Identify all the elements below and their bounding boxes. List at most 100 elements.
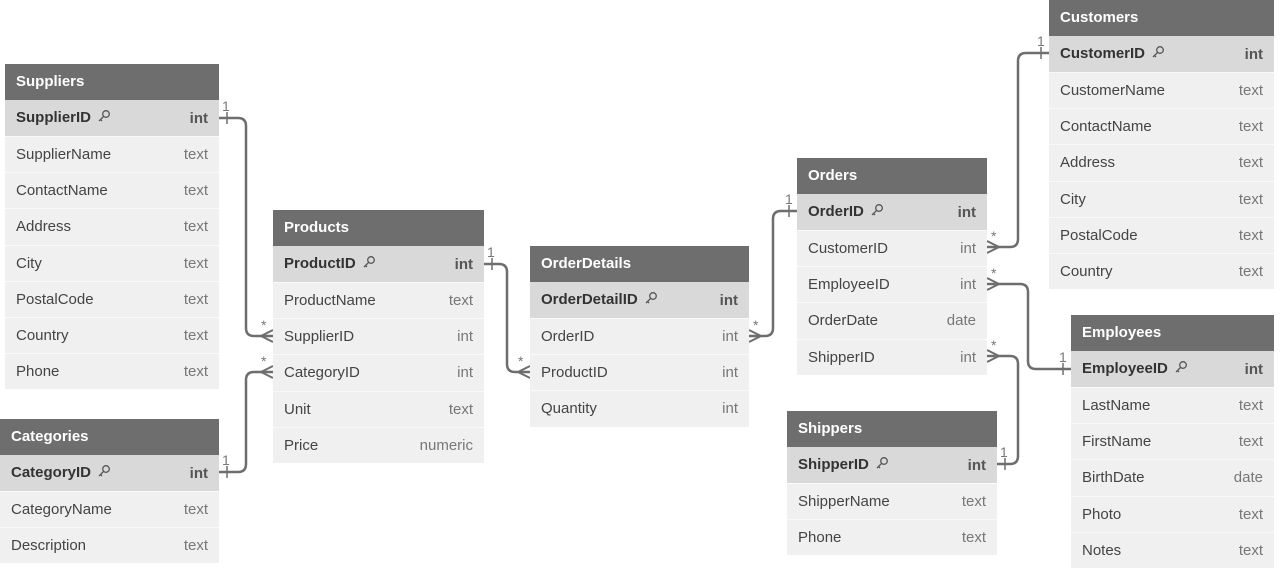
column-row[interactable]: CustomerName text (1049, 72, 1274, 108)
key-icon (1174, 360, 1188, 378)
table-products[interactable]: Products ProductID int ProductName text Suppl… (273, 210, 484, 463)
column-name: Description (11, 537, 87, 555)
column-row[interactable]: PostalCode text (5, 280, 219, 317)
column-row[interactable]: City text (1049, 180, 1274, 217)
column-name: OrderID (808, 203, 884, 221)
column-row[interactable]: CategoryName text (0, 491, 219, 527)
column-name: SupplierName (16, 146, 112, 164)
column-type: int (967, 456, 986, 474)
column-row[interactable]: ShipperID int (787, 447, 997, 483)
table-header[interactable]: Categories (0, 419, 219, 455)
table-header[interactable]: OrderDetails (530, 246, 749, 282)
column-row[interactable]: Unit text (273, 390, 484, 427)
column-type: int (457, 364, 473, 382)
key-icon (362, 255, 376, 273)
table-header[interactable]: Products (273, 210, 484, 246)
column-type: text (448, 400, 473, 418)
column-name: Photo (1082, 505, 1122, 523)
column-row[interactable]: Country text (1049, 252, 1274, 289)
column-type: text (1238, 226, 1263, 244)
column-type: text (183, 537, 208, 555)
table-categories[interactable]: Categories CategoryID int CategoryName text D… (0, 419, 219, 564)
column-type: text (183, 182, 208, 200)
column-name: Address (1060, 154, 1116, 172)
column-name: CategoryID (284, 364, 360, 382)
column-type: int (719, 291, 738, 309)
column-row[interactable]: EmployeeID int (1071, 351, 1274, 387)
table-header[interactable]: Shippers (787, 411, 997, 447)
column-row[interactable]: ProductID int (530, 354, 749, 390)
column-name: BirthDate (1082, 469, 1145, 487)
cardinality-many: * (991, 228, 997, 244)
table-orderdetails[interactable]: OrderDetails OrderDetailID int OrderID int Pr… (530, 246, 749, 427)
column-type: int (722, 400, 738, 418)
column-row[interactable]: ShipperID int (797, 338, 987, 375)
column-row[interactable]: ProductName text (273, 282, 484, 318)
column-row[interactable]: OrderDetailID int (530, 282, 749, 318)
column-row[interactable]: LastName text (1071, 387, 1274, 423)
column-row[interactable]: ContactName text (5, 172, 219, 208)
column-row[interactable]: OrderID int (797, 194, 987, 230)
column-type: text (1238, 118, 1263, 136)
cardinality-one: 1 (785, 191, 793, 207)
column-name: Country (16, 327, 69, 345)
column-row[interactable]: Address text (5, 208, 219, 244)
column-row[interactable]: SupplierID int (273, 318, 484, 354)
table-header[interactable]: Employees (1071, 315, 1274, 351)
column-row[interactable]: Phone text (787, 519, 997, 555)
column-type: text (183, 146, 208, 164)
column-type: text (183, 254, 208, 272)
column-row[interactable]: ProductID int (273, 246, 484, 282)
column-row[interactable]: Photo text (1071, 495, 1274, 532)
column-row[interactable]: CustomerID int (1049, 36, 1274, 72)
table-orders[interactable]: Orders OrderID int CustomerID int EmployeeID i… (797, 158, 987, 375)
column-name: EmployeeID (1082, 360, 1188, 378)
table-shippers[interactable]: Shippers ShipperID int ShipperName text Phone… (787, 411, 997, 556)
column-row[interactable]: FirstName text (1071, 423, 1274, 459)
column-row[interactable]: City text (5, 244, 219, 281)
column-name: Price (284, 436, 319, 454)
column-row[interactable]: PostalCode text (1049, 216, 1274, 253)
column-row[interactable]: OrderDate date (797, 302, 987, 338)
column-row[interactable]: SupplierName text (5, 136, 219, 172)
column-row[interactable]: CategoryID int (273, 354, 484, 390)
column-name: Address (16, 218, 72, 236)
column-name: ShipperName (798, 493, 890, 511)
table-employees[interactable]: Employees EmployeeID int LastName text FirstN… (1071, 315, 1274, 568)
column-row[interactable]: CategoryID int (0, 455, 219, 491)
column-name: Country (1060, 263, 1113, 281)
column-row[interactable]: EmployeeID int (797, 266, 987, 302)
column-type: date (1233, 469, 1263, 487)
column-row[interactable]: SupplierID int (5, 100, 219, 136)
table-header[interactable]: Suppliers (5, 64, 219, 100)
column-name: PostalCode (1060, 226, 1138, 244)
table-header[interactable]: Orders (797, 158, 987, 194)
key-icon (644, 291, 658, 309)
column-row[interactable]: Notes text (1071, 531, 1274, 568)
column-row[interactable]: Quantity int (530, 390, 749, 426)
table-customers[interactable]: Customers CustomerID int CustomerName text Co… (1049, 0, 1274, 290)
column-row[interactable]: Price numeric (273, 426, 484, 463)
column-row[interactable]: Phone text (5, 353, 219, 389)
column-row[interactable]: ShipperName text (787, 483, 997, 519)
table-suppliers[interactable]: Suppliers SupplierID int SupplierName text Co… (5, 64, 219, 390)
column-type: text (1238, 397, 1263, 415)
column-row[interactable]: ContactName text (1049, 108, 1274, 144)
column-row[interactable]: Address text (1049, 144, 1274, 180)
column-type: text (183, 363, 208, 381)
cardinality-many: * (261, 353, 267, 369)
table-header[interactable]: Customers (1049, 0, 1274, 36)
column-row[interactable]: Description text (0, 527, 219, 563)
column-name: City (1060, 190, 1086, 208)
relationship-line (987, 51, 1049, 249)
relationship-line (219, 116, 273, 338)
column-type: text (1238, 541, 1263, 559)
column-row[interactable]: OrderID int (530, 318, 749, 354)
column-row[interactable]: BirthDate date (1071, 459, 1274, 495)
cardinality-many: * (991, 265, 997, 281)
cardinality-one: 1 (1059, 349, 1067, 365)
column-row[interactable]: CustomerID int (797, 230, 987, 266)
column-row[interactable]: Country text (5, 316, 219, 353)
column-name: ProductID (284, 255, 376, 273)
cardinality-one: 1 (1037, 33, 1045, 49)
